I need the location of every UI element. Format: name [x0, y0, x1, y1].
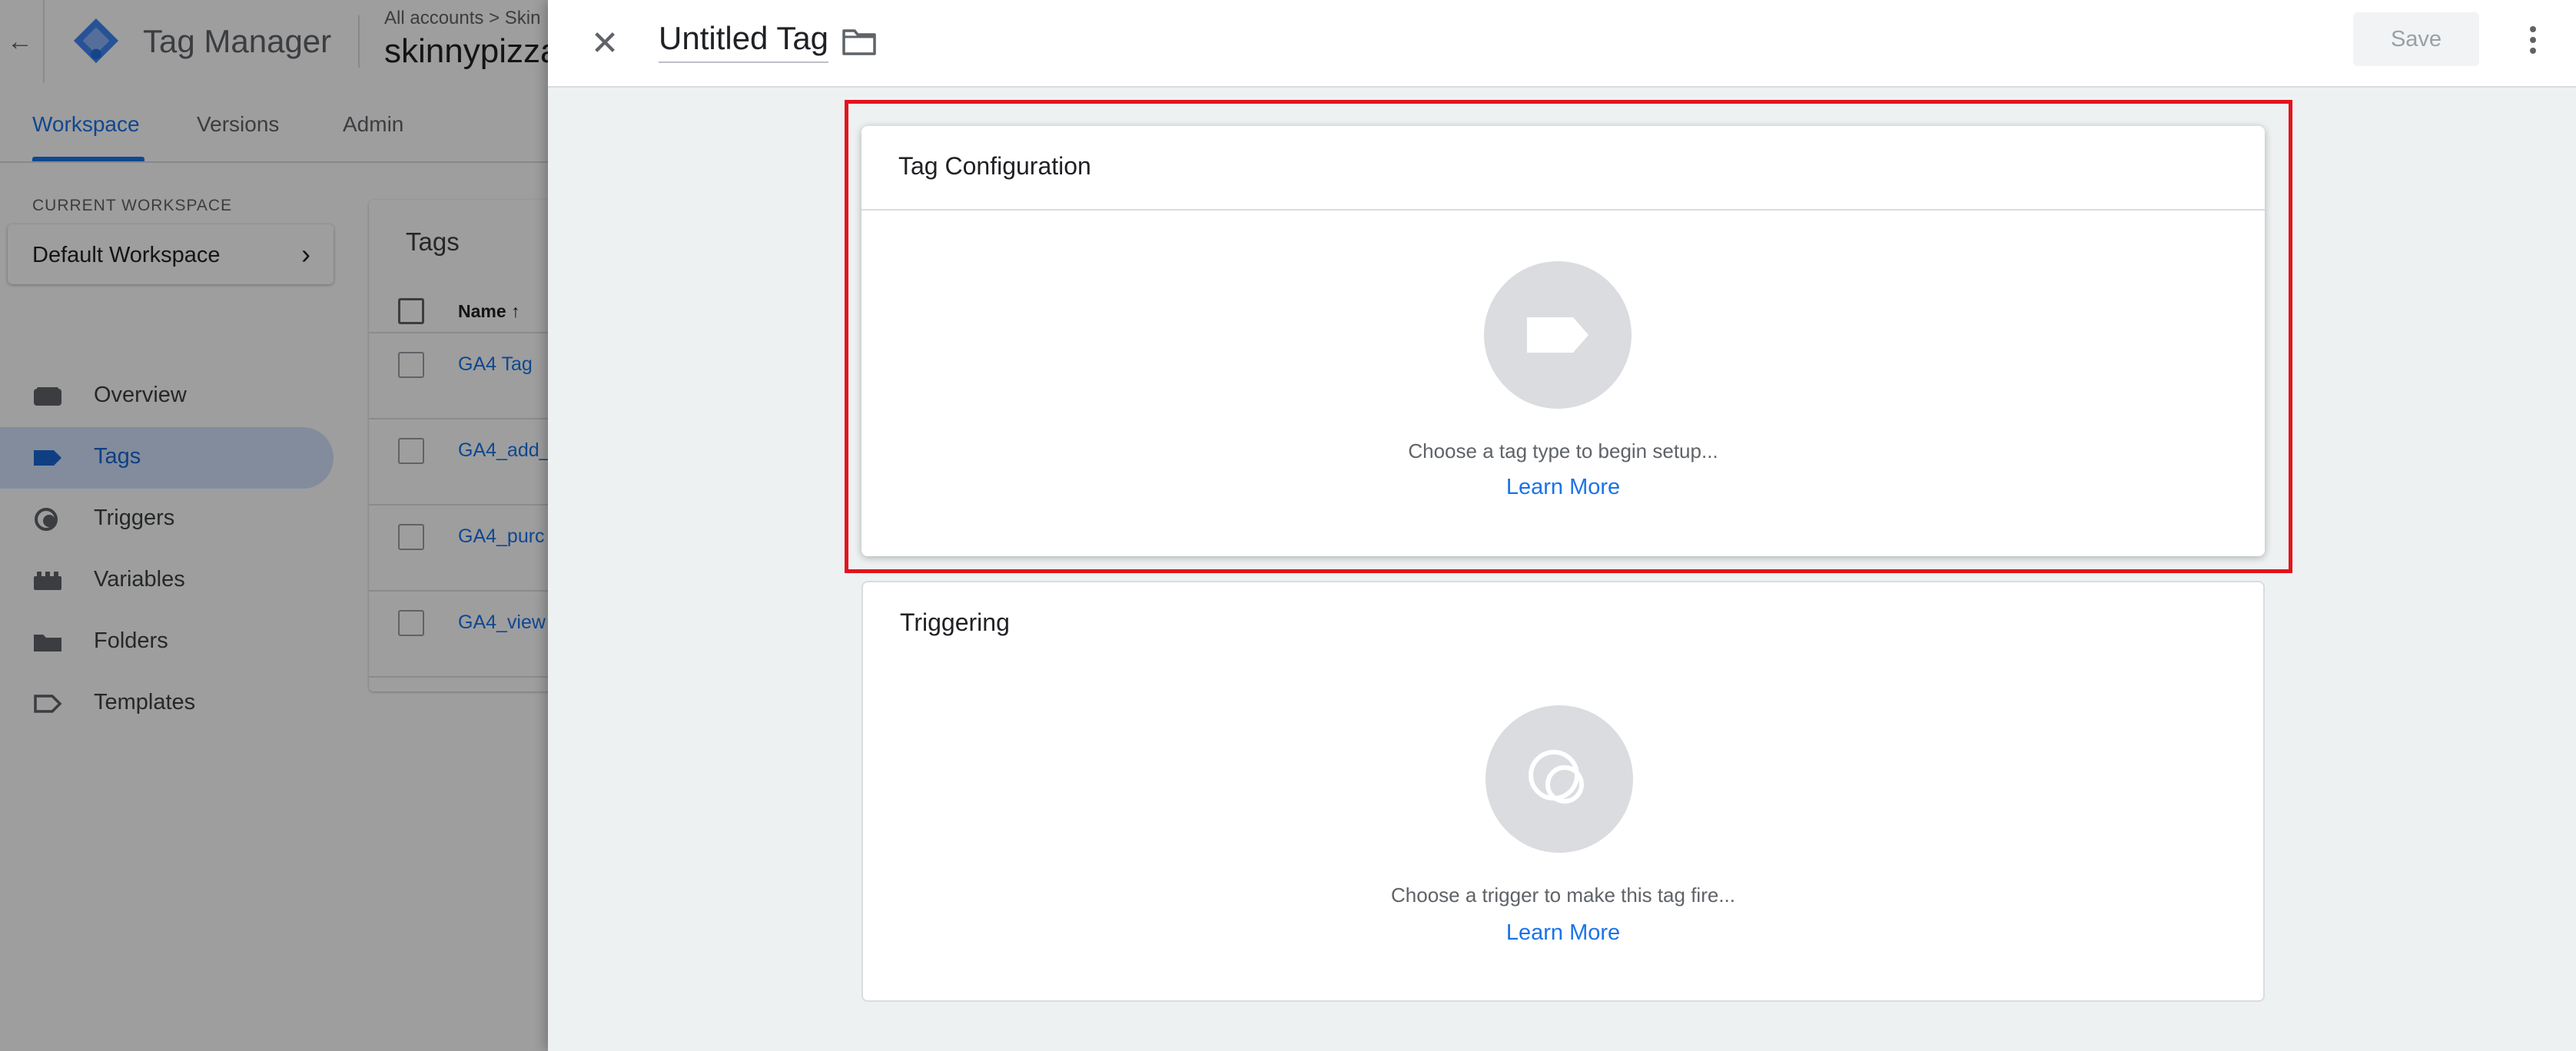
divider	[861, 209, 2265, 211]
tag-type-placeholder[interactable]	[1484, 261, 1632, 409]
trigger-placeholder[interactable]	[1486, 705, 1633, 853]
triggering-title: Triggering	[900, 608, 1010, 636]
folder-icon[interactable]	[842, 26, 877, 57]
trigger-icon	[1529, 750, 1584, 804]
triggering-card[interactable]: Triggering Choose a trigger to make this…	[861, 581, 2265, 1002]
tag-configuration-card[interactable]: Tag Configuration Choose a tag type to b…	[861, 126, 2265, 556]
tag-configuration-hint: Choose a tag type to begin setup...	[1408, 439, 1718, 463]
tag-name-field[interactable]: Untitled Tag	[659, 20, 829, 63]
more-vert-icon[interactable]	[2514, 18, 2552, 61]
save-button[interactable]: Save	[2353, 12, 2479, 66]
close-icon[interactable]: ✕	[582, 20, 628, 66]
triggering-hint: Choose a trigger to make this tag fire..…	[1391, 884, 1735, 907]
tag-configuration-title: Tag Configuration	[898, 152, 1091, 180]
editor-header: ✕ Untitled Tag Save	[548, 0, 2576, 88]
tag-icon	[1527, 317, 1588, 353]
tag-editor-panel: ✕ Untitled Tag Save Tag Configuration Ch…	[548, 0, 2576, 1051]
learn-more-link[interactable]: Learn More	[861, 475, 2265, 500]
learn-more-link[interactable]: Learn More	[863, 920, 2263, 946]
